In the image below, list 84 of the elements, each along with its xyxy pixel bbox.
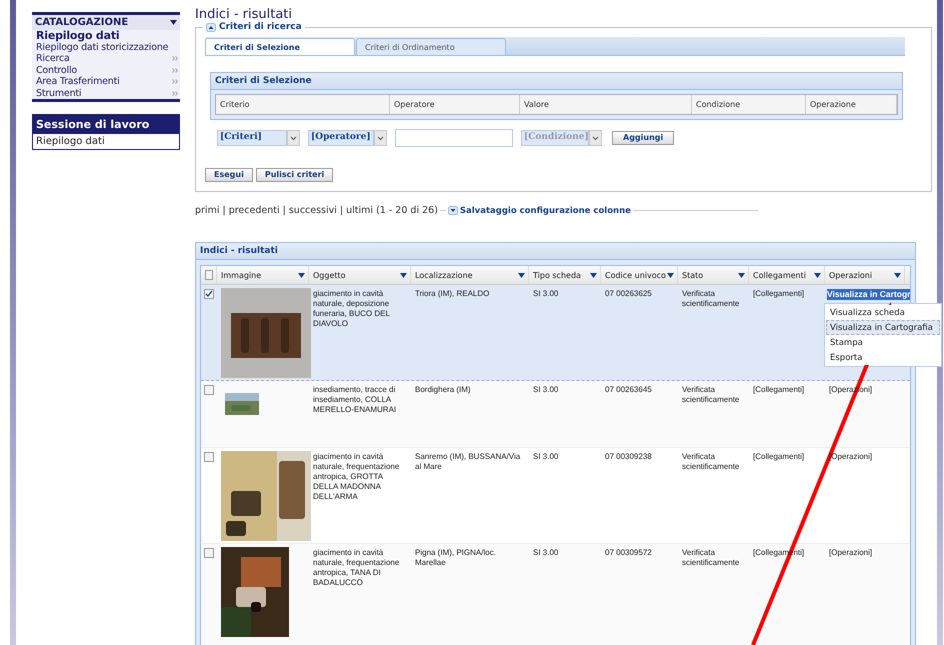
column-header[interactable]: Operazioni [825, 266, 905, 284]
column-header[interactable]: Localizzazione [411, 266, 529, 284]
table-cell-text: SI 3.00 [532, 384, 560, 396]
table-cell-text: Sanremo (IM), BUSSANA/Via al Mare [414, 451, 522, 473]
sidebar-item[interactable]: Riepilogo dati [33, 134, 179, 149]
sidebar-item[interactable]: Controllo [32, 64, 180, 76]
table-cell-text: Verificata scientificamente [681, 451, 740, 473]
table-cell[interactable]: [Collegamenti] [749, 381, 825, 447]
panel-legend: Criteri di ricerca [219, 22, 302, 33]
table-cell-text: 07 00263645 [604, 384, 653, 396]
table-cell-text: giacimento in cavità naturale, frequentazione antropica, TANA DI BADALUCCO [312, 547, 400, 589]
table-cell-text: 07 00309238 [604, 451, 653, 463]
operations-select[interactable]: [Operazioni] [825, 544, 905, 558]
caret-icon [667, 272, 674, 278]
tab[interactable]: Criteri di Selezione [205, 38, 355, 55]
caret-icon [400, 272, 407, 278]
checkbox[interactable] [205, 270, 213, 280]
tab[interactable]: Criteri di Ordinamento [356, 38, 506, 55]
column-header[interactable]: Codice univoco [601, 266, 678, 284]
sidebar-item[interactable]: Riepilogo dati [32, 30, 180, 42]
table-cell-text: Pigna (IM), PIGNA/loc. Marellae [414, 547, 497, 569]
chevron-down-icon [290, 136, 297, 140]
column-header[interactable]: Immagine [217, 266, 309, 284]
checkbox[interactable] [204, 385, 214, 395]
column-header: Operazione [806, 95, 897, 114]
table-cell[interactable]: [Collegamenti] [749, 285, 825, 380]
column-header: Condizione [692, 95, 806, 114]
sidebar-item[interactable]: Area Trasferimenti [32, 76, 180, 88]
panel-title: Indici - risultati [196, 243, 915, 260]
table-cell-text: giacimento in cavità naturale, frequentazione antropica, GROTTA DELLA MADONNA DELL'ARMA [312, 451, 400, 503]
operations-select[interactable]: Visualizza in Cartogr [827, 289, 910, 300]
table-cell-text: Bordighera (IM) [414, 384, 472, 396]
caret-icon [894, 272, 901, 278]
table-cell-text: 07 00263625 [604, 288, 653, 300]
chevron-down-icon [592, 136, 599, 140]
table-cell-text: Verificata scientificamente [681, 384, 740, 406]
action-button[interactable]: Pulisci criteri [256, 168, 334, 182]
chevron-right-icon [172, 56, 178, 62]
action-button[interactable]: Esegui [205, 168, 253, 182]
pagination[interactable]: primi | precedenti | successivi | ultimi (1 - 20 di 26) [195, 205, 438, 216]
caret-icon [814, 272, 821, 278]
table-cell-text: 07 00309572 [604, 547, 653, 559]
panel-title: Sessione di lavoro [33, 115, 179, 134]
table-cell-text: SI 3.00 [532, 288, 560, 300]
column-config-link[interactable]: Salvataggio configurazione colonne [460, 206, 631, 216]
column-header: Valore [520, 95, 692, 114]
menu-item[interactable]: Visualizza in Cartografia [826, 320, 940, 335]
caret-icon [518, 272, 525, 278]
table-cell-text: Verificata scientificamente [681, 547, 740, 569]
chevron-right-icon [172, 68, 178, 73]
column-header[interactable]: Stato [678, 266, 749, 284]
sidebar-item[interactable]: Ricerca [32, 53, 180, 64]
table-cell-text: SI 3.00 [532, 547, 560, 559]
chevron-right-icon [172, 90, 178, 96]
sidebar-item[interactable]: Riepilogo dati storicizzazione [32, 42, 180, 53]
column-header[interactable]: Oggetto [309, 266, 411, 284]
check-icon [205, 290, 213, 298]
table-cell-text: giacimento in cavità naturale, deposizione funeraria, BUCO DEL DIAVOLO [312, 288, 391, 330]
page-title: Indici - risultati [195, 8, 294, 22]
checkbox[interactable] [204, 289, 214, 299]
column-header[interactable]: Collegamenti [749, 266, 825, 284]
caret-icon [738, 272, 745, 278]
checkbox[interactable] [204, 548, 214, 558]
chevron-right-icon [172, 79, 178, 84]
grid-title: Criteri di Selezione [211, 73, 902, 90]
chevron-down-icon [377, 136, 384, 140]
caret-icon [590, 272, 597, 278]
value-field[interactable] [395, 129, 513, 147]
table-cell-text: Triora (IM), REALDO [414, 288, 490, 300]
table-cell-text: Verificata scientificamente [681, 288, 740, 310]
sidebar-item[interactable]: Strumenti [32, 88, 180, 99]
column-header: Operatore [390, 95, 520, 114]
table-cell[interactable]: [Collegamenti] [749, 448, 825, 543]
table-cell-text: insediamento, tracce di insediamento, COLLA MERELLO-ENAMURAI [312, 384, 398, 416]
caret-icon [298, 272, 305, 278]
column-header[interactable]: Tipo scheda [529, 266, 601, 284]
expand-icon[interactable] [448, 206, 458, 215]
caret-icon [170, 20, 177, 25]
menu-title: CATALOGAZIONE [35, 17, 128, 28]
table-cell-text: SI 3.00 [532, 451, 560, 463]
add-button[interactable]: Aggiungi [612, 131, 674, 145]
column-header: Criterio [216, 95, 390, 114]
checkbox[interactable] [204, 452, 214, 462]
collapse-icon[interactable] [206, 23, 216, 32]
